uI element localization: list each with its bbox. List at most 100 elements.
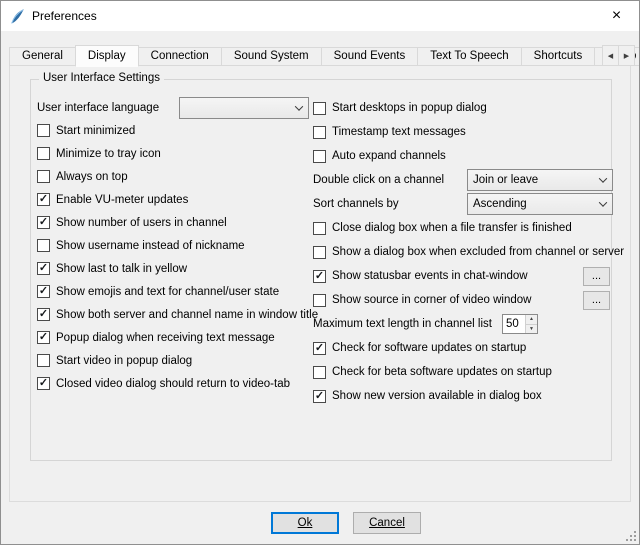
checkbox-label[interactable]: Timestamp text messages [332,126,466,138]
checkbox-label[interactable]: Show source in corner of video window [332,294,531,306]
language-select[interactable] [179,97,309,119]
checkbox-box[interactable] [313,246,326,259]
app-icon [9,8,26,25]
tab-shortcuts[interactable]: Shortcuts [521,47,596,66]
spinner-buttons: ▲ ▼ [525,315,537,333]
ok-button-label: Ok [298,517,313,529]
checkbox-label[interactable]: Minimize to tray icon [56,148,161,160]
tab-scroll-right-icon[interactable]: ▶ [618,45,635,66]
checkbox-box[interactable]: ✓ [37,262,50,275]
cancel-button[interactable]: Cancel [353,512,421,534]
checkbox-video-popup-dialog[interactable]: Start video in popup dialog [37,349,313,372]
checkbox-show-username[interactable]: Show username instead of nickname [37,234,313,257]
checkbox-server-channel-in-title[interactable]: ✓ Show both server and channel name in w… [37,303,313,326]
ok-button[interactable]: Ok [271,512,339,534]
tab-general[interactable]: General [9,47,76,66]
checkbox-label[interactable]: Check for software updates on startup [332,342,526,354]
checkbox-box[interactable] [313,102,326,115]
display-tab-pane: User Interface Settings User interface l… [9,65,631,502]
checkbox-label[interactable]: Check for beta software updates on start… [332,366,552,378]
checkbox-emojis-text-state[interactable]: ✓ Show emojis and text for channel/user … [37,280,313,303]
double-click-select[interactable]: Join or leave [467,169,613,191]
checkbox-box[interactable]: ✓ [37,331,50,344]
checkbox-label[interactable]: Auto expand channels [332,150,446,162]
checkbox-box[interactable] [313,150,326,163]
checkbox-label[interactable]: Show a dialog box when excluded from cha… [332,246,624,258]
statusbar-events-row: ✓ Show statusbar events in chat-window .… [313,264,613,288]
video-source-more-button[interactable]: ... [583,291,610,310]
sort-channels-select[interactable]: Ascending [467,193,613,215]
checkbox-desktops-popup[interactable]: Start desktops in popup dialog [313,96,613,120]
checkbox-box[interactable]: ✓ [37,285,50,298]
checkbox-box[interactable]: ✓ [313,270,326,283]
checkbox-always-on-top[interactable]: Always on top [37,165,313,188]
checkbox-close-on-transfer-finished[interactable]: Close dialog box when a file transfer is… [313,216,613,240]
checkbox-label[interactable]: Show last to talk in yellow [56,263,187,275]
checkbox-show-user-count[interactable]: ✓ Show number of users in channel [37,211,313,234]
tab-display[interactable]: Display [75,45,139,67]
checkbox-popup-text-message[interactable]: ✓ Popup dialog when receiving text messa… [37,326,313,349]
checkbox-box[interactable] [313,126,326,139]
checkbox-timestamp-messages[interactable]: Timestamp text messages [313,120,613,144]
checkbox-label[interactable]: Show statusbar events in chat-window [332,270,528,282]
checkbox-label[interactable]: Show both server and channel name in win… [56,309,318,321]
checkbox-check-beta-updates[interactable]: Check for beta software updates on start… [313,360,613,384]
checkbox-label[interactable]: Close dialog box when a file transfer is… [332,222,572,234]
checkbox-closed-video-return[interactable]: ✓ Closed video dialog should return to v… [37,372,313,395]
checkbox-dialog-when-excluded[interactable]: Show a dialog box when excluded from cha… [313,240,613,264]
close-icon[interactable]: × [594,1,639,31]
checkbox-last-to-talk-yellow[interactable]: ✓ Show last to talk in yellow [37,257,313,280]
checkbox-check-updates[interactable]: ✓ Check for software updates on startup [313,336,613,360]
checkbox-label[interactable]: Popup dialog when receiving text message [56,332,275,344]
spin-down-icon[interactable]: ▼ [526,325,537,334]
checkbox-box[interactable]: ✓ [313,342,326,355]
checkbox-label[interactable]: Always on top [56,171,128,183]
checkbox-box[interactable]: ✓ [37,377,50,390]
checkbox-box[interactable] [37,170,50,183]
checkbox-label[interactable]: Show new version available in dialog box [332,390,542,402]
checkbox-label[interactable]: Show username instead of nickname [56,240,245,252]
max-text-length-label: Maximum text length in channel list [313,318,492,330]
checkbox-start-minimized[interactable]: Start minimized [37,119,313,142]
checkbox-box[interactable]: ✓ [37,216,50,229]
checkbox-label[interactable]: Show emojis and text for channel/user st… [56,286,279,298]
checkbox-label[interactable]: Closed video dialog should return to vid… [56,378,290,390]
tab-bar: General Display Connection Sound System … [9,44,635,66]
checkbox-box[interactable] [313,294,326,307]
double-click-label: Double click on a channel [313,174,444,186]
checkbox-label[interactable]: Start desktops in popup dialog [332,102,487,114]
checkbox-box[interactable] [37,354,50,367]
checkbox-box[interactable] [313,366,326,379]
checkbox-vu-meter-updates[interactable]: ✓ Enable VU-meter updates [37,188,313,211]
checkbox-box[interactable]: ✓ [37,193,50,206]
spin-up-icon[interactable]: ▲ [526,315,537,325]
language-row: User interface language [37,96,313,119]
tab-sound-system[interactable]: Sound System [221,47,322,66]
checkbox-box[interactable] [37,124,50,137]
sort-channels-label: Sort channels by [313,198,399,210]
tab-text-to-speech[interactable]: Text To Speech [417,47,521,66]
max-text-length-spinner[interactable]: 50 ▲ ▼ [502,314,538,334]
checkbox-minimize-to-tray[interactable]: Minimize to tray icon [37,142,313,165]
checkbox-label[interactable]: Enable VU-meter updates [56,194,188,206]
checkbox-label[interactable]: Show number of users in channel [56,217,227,229]
checkbox-box[interactable] [37,147,50,160]
chevron-down-icon [593,194,612,214]
statusbar-events-more-button[interactable]: ... [583,267,610,286]
tab-sound-events[interactable]: Sound Events [321,47,419,66]
max-text-length-value[interactable]: 50 [503,315,525,333]
checkbox-box[interactable] [313,222,326,235]
resize-grip[interactable] [624,529,637,542]
checkbox-box[interactable]: ✓ [313,390,326,403]
tab-scroll-left-icon[interactable]: ◀ [602,45,619,66]
cancel-button-label: Cancel [369,517,405,529]
tab-scroll-buttons: ◀ ▶ [602,45,635,66]
checkbox-label[interactable]: Start video in popup dialog [56,355,192,367]
checkbox-auto-expand-channels[interactable]: Auto expand channels [313,144,613,168]
tab-connection[interactable]: Connection [138,47,222,66]
title-bar[interactable]: Preferences × [1,1,639,31]
checkbox-box[interactable]: ✓ [37,308,50,321]
checkbox-label[interactable]: Start minimized [56,125,135,137]
checkbox-show-new-version-dialog[interactable]: ✓ Show new version available in dialog b… [313,384,613,408]
checkbox-box[interactable] [37,239,50,252]
